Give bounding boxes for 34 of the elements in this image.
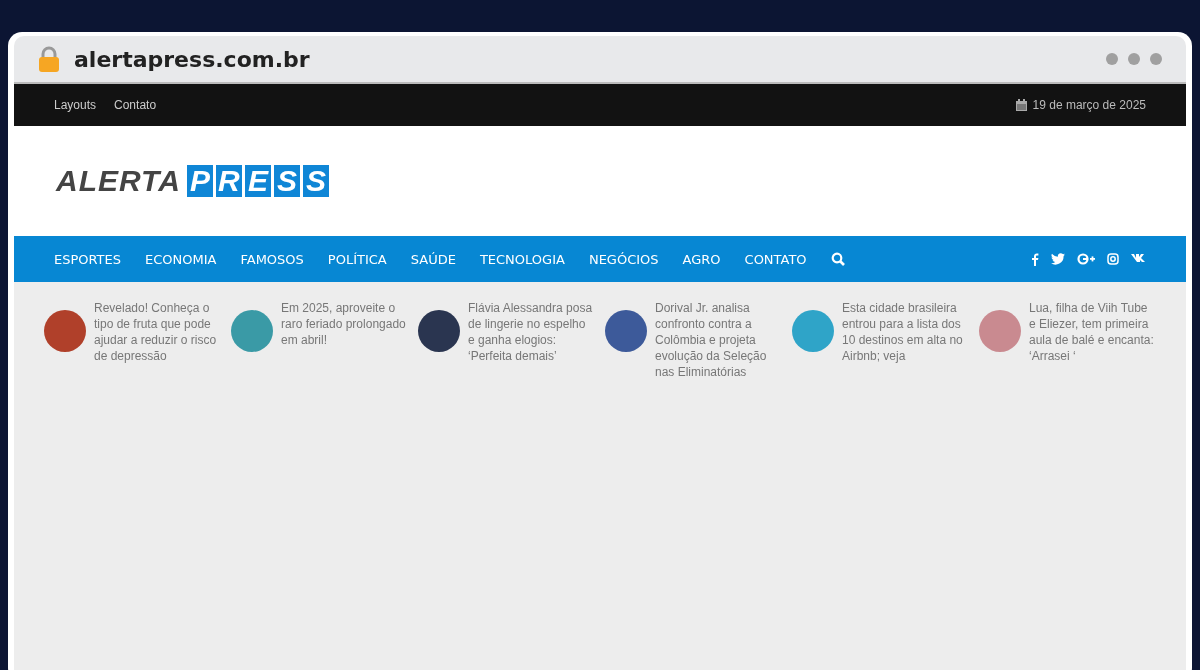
news-headline[interactable]: Flávia Alessandra posa de lingerie no espelho e ganha elogios: ‘Perfeita demais’ [468,300,595,364]
top-link[interactable]: Contato [114,98,157,112]
google-plus-icon[interactable] [1077,252,1095,265]
window-dot[interactable] [1128,53,1140,65]
photo-placeholder[interactable] [44,310,86,352]
search-icon[interactable] [830,252,845,266]
news-headline[interactable]: Revelado! Conheça o tipo de fruta que pode ajudar a reduzir o risco de depressão [94,300,221,364]
bird-icon[interactable] [1051,252,1065,265]
nav-link[interactable]: SAÚDE [410,251,456,267]
news-headline[interactable]: Dorival Jr. analisa confronto contra a Colômbia e projeta evolução da Seleção nas Eliminatórias [655,300,782,380]
window-dot[interactable] [1106,53,1118,65]
date-text: 19 de março de 2025 [1032,98,1146,112]
photo-placeholder[interactable] [605,310,647,352]
padlock-icon [38,46,60,72]
vk-icon[interactable] [1131,252,1146,262]
facebook-icon[interactable] [1031,252,1039,266]
news-headline[interactable]: Em 2025, aproveite o raro feriado prolongado em abril! [281,300,408,348]
news-headline[interactable]: Esta cidade brasileira entrou para a lista dos 10 destinos em alta no Airbnb; veja [842,300,969,364]
top-link[interactable]: Layouts [54,98,97,112]
logo-text[interactable]: ALERTA [56,164,181,198]
nav-link[interactable]: CONTATO [744,251,807,267]
nav-link[interactable]: FAMOSOS [240,251,304,267]
url-text[interactable]: alertapress.com.br [74,46,310,72]
nav-link[interactable]: AGRO [682,251,721,267]
nav-link[interactable]: ESPORTES [54,251,122,267]
nav-link[interactable]: TECNOLOGIA [479,251,565,267]
photo-placeholder[interactable] [418,310,460,352]
nav-link[interactable]: NEGÓCIOS [588,251,659,267]
instagram-icon[interactable] [1107,252,1119,265]
news-headline[interactable]: Lua, filha de Viih Tube e Eliezer, tem primeira aula de balé e encanta: ‘Arrasei ‘ [1029,300,1156,364]
window-dot[interactable] [1150,53,1162,65]
calendar-icon [1015,99,1027,111]
nav-link[interactable]: ECONOMIA [145,251,217,267]
nav-link[interactable]: POLÍTICA [327,251,387,267]
